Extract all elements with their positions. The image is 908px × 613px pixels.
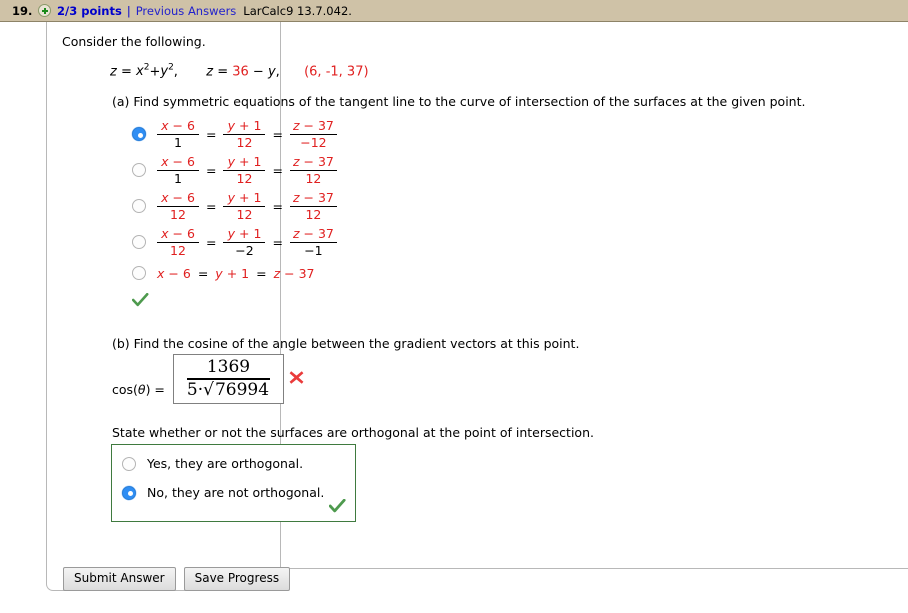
choice-3-term-2: z − 37 −1 (289, 227, 337, 257)
radio-button-orthogonal-no[interactable] (122, 485, 136, 500)
orthogonal-choice-box: Yes, they are orthogonal. No, they are n… (111, 444, 356, 522)
choice-3-term-0: x − 6 12 (157, 227, 199, 257)
choice-2-term-0: x − 6 12 (157, 191, 199, 221)
action-buttons: Submit Answer Save Progress (63, 567, 291, 592)
consider-the-following-text: Consider the following. (62, 34, 206, 49)
choice-1-term-1: y + 1 12 (223, 155, 266, 185)
given-eq1-comma: , (173, 64, 178, 80)
choice-2-equation: x − 6 12 = y + 1 12 = z − 37 12 (157, 191, 337, 221)
cosine-answer-fraction: 1369 5·√76994 (186, 357, 271, 400)
radio-button-choice-1[interactable] (132, 163, 146, 177)
radio-button-orthogonal-yes[interactable] (122, 456, 136, 471)
question-frame-right-rule (281, 568, 908, 569)
part-a-choice-2[interactable]: x − 6 12 = y + 1 12 = z − 37 12 (132, 188, 337, 224)
part-a-prompt: (a) Find symmetric equations of the tang… (112, 94, 806, 109)
given-point: (6, -1, 37) (304, 64, 369, 80)
answer-den-radicand: 76994 (213, 378, 271, 400)
given-eq2-constant: 36 (232, 64, 249, 80)
question-header-bar: 19. 2/3 points | Previous Answers LarCal… (0, 0, 908, 22)
given-eq2-lhs: z (206, 64, 214, 80)
choice-0-term-1: y + 1 12 (223, 119, 266, 149)
save-progress-button[interactable]: Save Progress (183, 567, 291, 592)
part-a-choice-4[interactable]: x − 6 = y + 1 = z − 37 (132, 260, 337, 286)
choice-2-term-1: y + 1 12 (223, 191, 266, 221)
plus-circle-icon[interactable] (38, 4, 51, 17)
given-eq1-x: x (136, 64, 144, 80)
cosine-label: cos(θ) = (112, 382, 165, 397)
answer-numerator: 1369 (206, 357, 251, 378)
green-check-icon (132, 293, 149, 308)
choice-0-term-0: x − 6 1 (157, 119, 199, 149)
part-b-prompt: (b) Find the cosine of the angle between… (112, 336, 580, 351)
part-a-choice-1[interactable]: x − 6 1 = y + 1 12 = z − 37 12 (132, 152, 337, 188)
radio-button-choice-3[interactable] (132, 235, 146, 249)
choice-1-equation: x − 6 1 = y + 1 12 = z − 37 12 (157, 155, 337, 185)
given-equations: z = x2+y2, z = 36 − y, (6, -1, 37) (110, 63, 369, 79)
choice-3-equation: x − 6 12 = y + 1 −2 = z − 37 −1 (157, 227, 337, 257)
choice-0-equation: x − 6 1 = y + 1 12 = z − 37 −12 (157, 119, 337, 149)
choice-3-term-1: y + 1 −2 (223, 227, 266, 257)
part-a-choice-list: x − 6 1 = y + 1 12 = z − 37 −12 x − 6 1 … (132, 116, 337, 286)
answer-denominator: 5·√76994 (186, 378, 271, 400)
part-a-choice-3[interactable]: x − 6 12 = y + 1 −2 = z − 37 −1 (132, 224, 337, 260)
cosine-answer-box[interactable]: 1369 5·√76994 (173, 354, 284, 404)
radio-button-choice-0[interactable] (132, 127, 146, 141)
points-earned: 2/3 points (57, 3, 122, 18)
orthogonal-option-1-label: No, they are not orthogonal. (147, 485, 325, 500)
given-eq2-variable: y (267, 64, 276, 80)
exercise-source-code: LarCalc9 13.7.042. (243, 3, 352, 18)
cosine-label-prefix: cos( (112, 382, 138, 397)
given-eq2-equals: = (217, 64, 229, 80)
choice-2-term-2: z − 37 12 (289, 191, 337, 221)
part-a-choice-0[interactable]: x − 6 1 = y + 1 12 = z − 37 −12 (132, 116, 337, 152)
given-eq2-comma: , (275, 64, 280, 80)
given-eq1-y: y (160, 64, 169, 80)
submit-answer-button[interactable]: Submit Answer (63, 567, 176, 592)
orthogonal-prompt: State whether or not the surfaces are or… (112, 425, 594, 440)
green-check-icon (328, 498, 346, 518)
given-eq2-minus: − (252, 64, 264, 80)
square-root-icon: √76994 (203, 378, 271, 400)
theta-symbol: θ (137, 382, 146, 397)
choice-1-term-2: z − 37 12 (289, 155, 337, 185)
answer-den-coefficient: 5 (186, 379, 198, 400)
previous-answers-link[interactable]: Previous Answers (136, 4, 237, 18)
cosine-label-suffix: ) = (145, 382, 165, 397)
header-separator: | (126, 3, 131, 18)
orthogonal-option-0[interactable]: Yes, they are orthogonal. (112, 449, 355, 478)
choice-4-equation: x − 6 = y + 1 = z − 37 (157, 265, 315, 281)
given-eq1-plus: + (149, 64, 161, 80)
orthogonal-option-1[interactable]: No, they are not orthogonal. (112, 478, 355, 507)
choice-0-term-2: z − 37 −12 (289, 119, 337, 149)
orthogonal-option-0-label: Yes, they are orthogonal. (147, 456, 304, 471)
radio-button-choice-4[interactable] (132, 266, 146, 280)
radio-button-choice-2[interactable] (132, 199, 146, 213)
choice-1-term-0: x − 6 1 (157, 155, 199, 185)
question-number: 19. (12, 3, 33, 18)
part-a-result (132, 293, 149, 312)
given-eq1-lhs: z (110, 64, 117, 80)
red-x-icon (288, 369, 305, 386)
given-eq1-equals: = (120, 64, 132, 80)
